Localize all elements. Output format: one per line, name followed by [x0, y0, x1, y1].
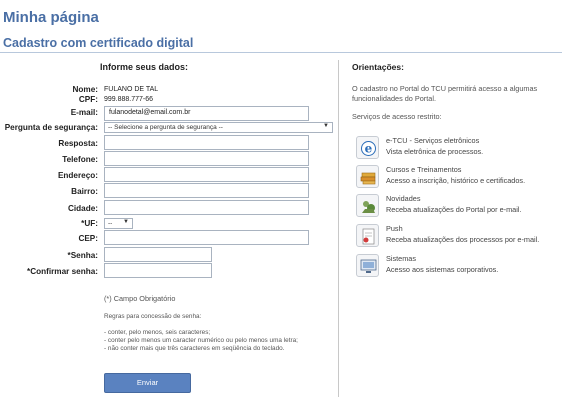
cpf-value: 999.888.777-66: [104, 96, 154, 103]
password-rules: Regras para concessão de senha: - conter…: [104, 313, 319, 353]
section-title: Cadastro com certificado digital: [3, 36, 194, 50]
service-name: Push: [386, 224, 403, 233]
password-rule: - conter pelo menos um caracter numérico…: [104, 337, 298, 344]
password-field[interactable]: [104, 247, 212, 262]
service-name: Sistemas: [386, 254, 417, 263]
service-name: Novidades: [386, 194, 421, 203]
email-field[interactable]: fulanodetal@email.com.br: [104, 106, 309, 121]
service-description: Receba atualizações do Portal por e-mail…: [386, 205, 522, 214]
resposta-label: Resposta:: [58, 139, 98, 148]
telefone-label: Telefone:: [62, 155, 98, 164]
security-question-value: -- Selecione a pergunta de segurança --: [108, 124, 223, 131]
telefone-field[interactable]: [104, 151, 309, 166]
email-label: E-mail:: [70, 108, 98, 117]
e-tcu-icon: e: [356, 136, 379, 159]
service-courses[interactable]: Cursos e Treinamentos Acesso a inscrição…: [356, 165, 561, 191]
service-name: Cursos e Treinamentos: [386, 165, 462, 174]
security-question-label: Pergunta de segurança:: [4, 123, 98, 132]
security-question-select[interactable]: -- Selecione a pergunta de segurança -- …: [104, 122, 333, 133]
service-systems[interactable]: Sistemas Acesso aos sistemas corporativo…: [356, 254, 561, 280]
uf-select[interactable]: -- ▼: [104, 218, 133, 229]
service-name: e-TCU - Serviços eletrônicos: [386, 136, 480, 145]
section-divider: [0, 52, 562, 53]
service-description: Vista eletrônica de processos.: [386, 147, 484, 156]
restricted-services-label: Serviços de acesso restrito:: [352, 112, 442, 121]
dropdown-arrow-icon: ▼: [123, 219, 129, 225]
service-news[interactable]: Novidades Receba atualizações do Portal …: [356, 194, 561, 220]
endereco-field[interactable]: [104, 167, 309, 182]
form-heading: Informe seus dados:: [100, 62, 189, 72]
cidade-field[interactable]: [104, 200, 309, 215]
service-push[interactable]: Push Receba atualizações dos processos p…: [356, 224, 561, 250]
svg-text:e: e: [365, 142, 373, 156]
uf-value: --: [108, 220, 113, 227]
bairro-label: Bairro:: [71, 187, 98, 196]
bairro-field[interactable]: [104, 183, 309, 198]
column-divider: [338, 60, 339, 397]
service-description: Acesso a inscrição, histórico e certific…: [386, 176, 526, 185]
orientations-title: Orientações:: [352, 62, 404, 72]
service-description: Acesso aos sistemas corporativos.: [386, 265, 499, 274]
dropdown-arrow-icon: ▼: [323, 123, 329, 129]
orientations-text: O cadastro no Portal do TCU permitirá ac…: [352, 84, 538, 103]
confirm-password-label: *Confirmar senha:: [27, 267, 98, 276]
cidade-label: Cidade:: [67, 204, 98, 213]
courses-icon: [356, 165, 379, 188]
cep-field[interactable]: [104, 230, 309, 245]
password-rule: - conter, pelo menos, seis caracteres;: [104, 329, 211, 336]
senha-label: *Senha:: [67, 251, 98, 260]
password-rules-title: Regras para concessão de senha:: [104, 313, 202, 320]
password-rule: - não conter mais que três caracteres em…: [104, 345, 285, 352]
push-icon: [356, 224, 379, 247]
resposta-field[interactable]: [104, 135, 309, 150]
nome-label: Nome:: [72, 85, 98, 94]
nome-value: FULANO DE TAL: [104, 86, 159, 93]
service-etcu[interactable]: e e-TCU - Serviços eletrônicos Vista ele…: [356, 136, 561, 162]
cep-label: CEP:: [78, 234, 98, 243]
submit-button[interactable]: Enviar: [104, 373, 191, 393]
news-icon: [356, 194, 379, 217]
required-field-note: (*) Campo Obrigatório: [104, 294, 176, 303]
page-title: Minha página: [3, 9, 99, 26]
systems-icon: [356, 254, 379, 277]
endereco-label: Endereço:: [57, 171, 98, 180]
service-description: Receba atualizações dos processos por e-…: [386, 235, 540, 244]
confirm-password-field[interactable]: [104, 263, 212, 278]
cpf-label: CPF:: [78, 95, 98, 104]
uf-label: *UF:: [81, 219, 98, 228]
